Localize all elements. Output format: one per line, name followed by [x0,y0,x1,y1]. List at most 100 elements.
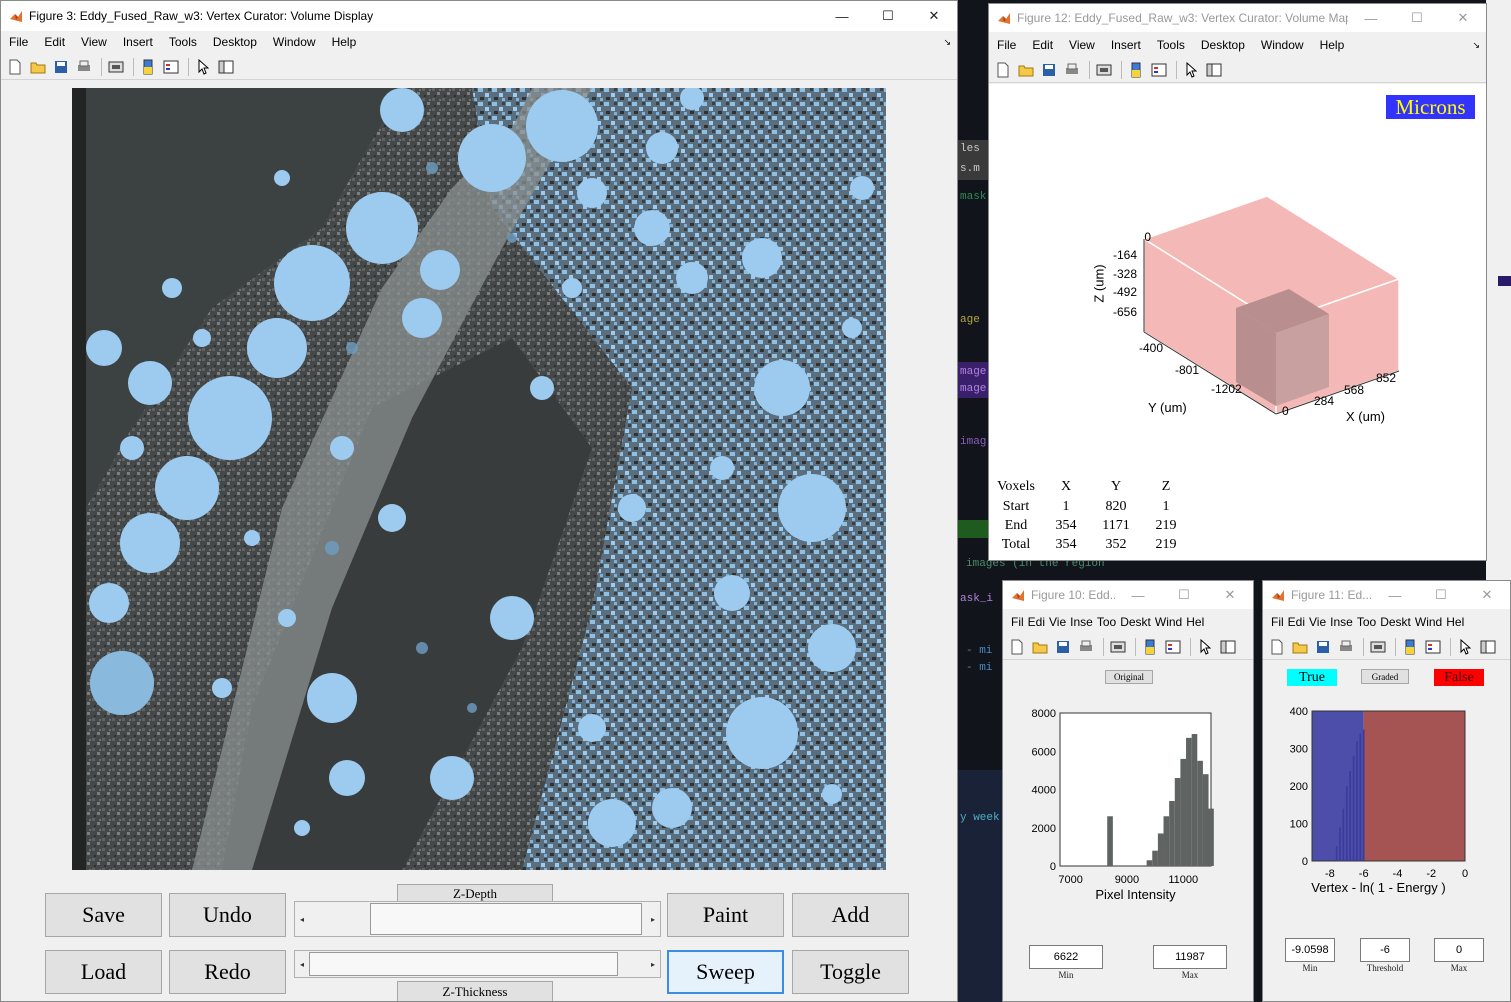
menu-edit[interactable]: Edit [36,35,73,49]
menu-window[interactable]: Wind [1153,615,1184,629]
open-file-icon[interactable] [28,58,48,76]
new-figure-icon[interactable] [5,58,25,76]
menu-desktop[interactable]: Deskt [1118,615,1153,629]
print-icon[interactable] [74,58,94,76]
paint-button[interactable]: Paint [667,893,784,937]
link-plot-icon[interactable] [106,58,126,76]
menu-view[interactable]: Vie [1047,615,1068,629]
save-icon[interactable] [1053,638,1073,656]
undo-button[interactable]: Undo [169,893,286,937]
menu-edit[interactable]: Edi [1286,615,1307,629]
legend-icon[interactable] [1149,61,1169,79]
z-depth-slider-thumb[interactable] [370,903,643,935]
pointer-icon[interactable] [193,58,213,76]
minimize-button[interactable]: — [1115,581,1161,609]
menu-edit[interactable]: Edi [1026,615,1047,629]
menu-tools[interactable]: Too [1095,615,1118,629]
max-intensity-input[interactable]: 11987 [1153,945,1227,969]
close-button[interactable]: ✕ [1207,581,1253,609]
menu-window[interactable]: Window [265,35,324,49]
menu-file[interactable]: Fil [1263,615,1286,629]
menu-window[interactable]: Wind [1413,615,1444,629]
pointer-icon[interactable] [1195,638,1215,656]
menu-tools[interactable]: Tools [161,35,205,49]
new-figure-icon[interactable] [1007,638,1027,656]
menu-help[interactable]: Help [1312,38,1353,52]
menu-desktop[interactable]: Desktop [205,35,265,49]
slider-right-arrow[interactable]: ▸ [646,902,660,936]
property-editor-icon[interactable] [1218,638,1238,656]
z-depth-slider[interactable]: ◂ ▸ [294,901,661,937]
close-button[interactable]: ✕ [1440,4,1486,32]
volume-image-axes[interactable] [72,88,886,870]
open-file-icon[interactable] [1016,61,1036,79]
dock-icon[interactable]: ↘ [943,37,951,48]
print-icon[interactable] [1062,61,1082,79]
colorbar-icon[interactable] [1400,638,1420,656]
menu-view[interactable]: View [73,35,115,49]
menu-view[interactable]: View [1061,38,1103,52]
maximize-button[interactable]: ☐ [865,1,911,31]
menu-help[interactable]: Hel [1184,615,1206,629]
menu-help[interactable]: Hel [1444,615,1466,629]
threshold-input[interactable]: -6 [1360,938,1410,962]
colorbar-icon[interactable] [138,58,158,76]
colorbar-icon[interactable] [1126,61,1146,79]
property-editor-icon[interactable] [1204,61,1224,79]
menu-desktop[interactable]: Deskt [1378,615,1413,629]
menu-insert[interactable]: Insert [1103,38,1149,52]
colorbar-icon[interactable] [1140,638,1160,656]
dock-icon[interactable]: ↘ [1472,40,1480,51]
toggle-button[interactable]: Toggle [792,950,909,994]
load-button[interactable]: Load [45,950,162,994]
link-plot-icon[interactable] [1108,638,1128,656]
original-button[interactable]: Original [1105,670,1153,684]
new-figure-icon[interactable] [993,61,1013,79]
legend-icon[interactable] [1423,638,1443,656]
minimize-button[interactable]: — [1372,581,1418,609]
legend-icon[interactable] [1163,638,1183,656]
new-figure-icon[interactable] [1267,638,1287,656]
minimize-button[interactable]: — [819,1,865,31]
max-energy-input[interactable]: 0 [1434,938,1484,962]
menu-file[interactable]: File [1,35,36,49]
open-file-icon[interactable] [1030,638,1050,656]
slider-right-arrow[interactable]: ▸ [646,951,660,977]
redo-button[interactable]: Redo [169,950,286,994]
min-energy-input[interactable]: -9.0598 [1285,938,1335,962]
open-file-icon[interactable] [1290,638,1310,656]
slider-left-arrow[interactable]: ◂ [295,951,309,977]
property-editor-icon[interactable] [216,58,236,76]
link-plot-icon[interactable] [1094,61,1114,79]
close-button[interactable]: ✕ [1464,581,1510,609]
maximize-button[interactable]: ☐ [1418,581,1464,609]
minimize-button[interactable]: — [1348,4,1394,32]
print-icon[interactable] [1336,638,1356,656]
save-icon[interactable] [1313,638,1333,656]
menu-help[interactable]: Help [324,35,365,49]
property-editor-icon[interactable] [1478,638,1498,656]
add-button[interactable]: Add [792,893,909,937]
menu-edit[interactable]: Edit [1024,38,1061,52]
pointer-icon[interactable] [1181,61,1201,79]
close-button[interactable]: ✕ [911,1,957,31]
legend-icon[interactable] [161,58,181,76]
min-intensity-input[interactable]: 6622 [1029,945,1103,969]
save-icon[interactable] [51,58,71,76]
sweep-button[interactable]: Sweep [667,950,784,994]
menu-view[interactable]: Vie [1307,615,1328,629]
print-icon[interactable] [1076,638,1096,656]
menu-insert[interactable]: Inse [1328,615,1355,629]
save-button[interactable]: Save [45,893,162,937]
save-icon[interactable] [1039,61,1059,79]
menu-insert[interactable]: Insert [115,35,161,49]
menu-file[interactable]: File [989,38,1024,52]
maximize-button[interactable]: ☐ [1394,4,1440,32]
menu-file[interactable]: Fil [1003,615,1026,629]
menu-window[interactable]: Window [1253,38,1312,52]
menu-desktop[interactable]: Desktop [1193,38,1253,52]
maximize-button[interactable]: ☐ [1161,581,1207,609]
menu-insert[interactable]: Inse [1068,615,1095,629]
z-thickness-slider-thumb[interactable] [309,952,618,976]
z-thickness-slider[interactable]: ◂ ▸ [294,950,661,978]
